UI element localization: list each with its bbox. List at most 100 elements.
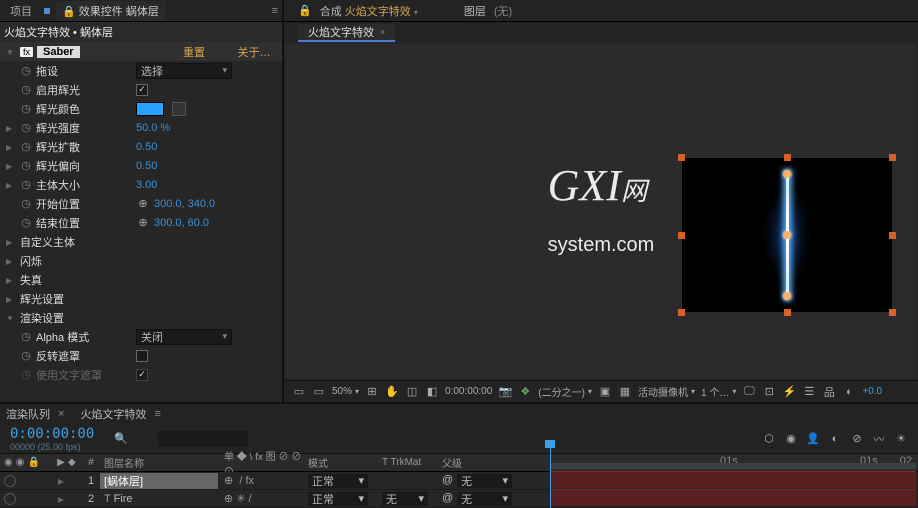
- alpha-mode-dropdown[interactable]: 关闭 ▾: [136, 329, 232, 345]
- crosshair-icon[interactable]: ⊕: [136, 197, 150, 211]
- selection-handle[interactable]: [678, 309, 685, 316]
- color-icon[interactable]: ❖: [518, 385, 532, 399]
- resolution-dropdown[interactable]: (二分之一)▾: [538, 384, 592, 399]
- glow-intensity-value[interactable]: 50.0 %: [136, 122, 246, 134]
- snapshot-icon[interactable]: 📷: [498, 385, 512, 399]
- stopwatch-icon[interactable]: ◷: [20, 178, 32, 191]
- draft3d-icon[interactable]: ◉: [784, 432, 798, 446]
- exposure-value[interactable]: +0.0: [862, 386, 882, 397]
- fast-preview-icon[interactable]: ⚡: [782, 385, 796, 399]
- link-reset[interactable]: 重置: [166, 44, 222, 60]
- disclosure-icon[interactable]: [6, 179, 16, 191]
- effect-name[interactable]: Saber: [37, 46, 80, 58]
- selection-handle[interactable]: [678, 154, 685, 161]
- current-time-display[interactable]: 0:00:00:00: [445, 386, 492, 397]
- stopwatch-icon[interactable]: ◷: [20, 102, 32, 115]
- stopwatch-icon[interactable]: ◷: [20, 83, 32, 96]
- disclosure-icon[interactable]: [6, 46, 16, 58]
- parent-dropdown[interactable]: 无▾: [457, 492, 512, 506]
- disclosure-icon[interactable]: [56, 475, 66, 487]
- layer-duration-bar[interactable]: [550, 489, 916, 506]
- current-time-indicator[interactable]: [550, 440, 551, 508]
- timeline-search-input[interactable]: [158, 431, 248, 447]
- layer-name[interactable]: T Fire: [100, 493, 218, 505]
- saber-end-handle[interactable]: [783, 170, 791, 178]
- grid-icon[interactable]: ⊞: [365, 385, 379, 399]
- zoom-dropdown[interactable]: 50%▾: [332, 386, 359, 397]
- selection-handle[interactable]: [889, 232, 896, 239]
- glow-color-swatch[interactable]: [136, 102, 164, 116]
- pixel-icon[interactable]: ⊡: [762, 385, 776, 399]
- panel-menu-icon[interactable]: ≡: [272, 5, 278, 17]
- rectangle-icon[interactable]: ▭: [312, 385, 326, 399]
- tab-composition[interactable]: 合成 火焰文字特效 ▾: [320, 3, 418, 19]
- current-timecode[interactable]: 0:00:00:00: [0, 426, 104, 442]
- layer-name[interactable]: [蜗体层]: [100, 473, 218, 489]
- transparency-grid-icon[interactable]: ▦: [618, 385, 632, 399]
- view-icon[interactable]: 🖵: [742, 385, 756, 399]
- end-pos-value[interactable]: 300.0, 60.0: [154, 217, 264, 229]
- fx-badge[interactable]: fx: [20, 47, 33, 57]
- body-size-value[interactable]: 3.00: [136, 179, 246, 191]
- comp-sub-tab[interactable]: 火焰文字特效 ×: [298, 24, 395, 42]
- glow-spread-value[interactable]: 0.50: [136, 141, 246, 153]
- stopwatch-icon[interactable]: ◷: [20, 197, 32, 210]
- motion-blur-icon[interactable]: ⊘: [850, 432, 864, 446]
- disclosure-icon[interactable]: [6, 160, 16, 172]
- disclosure-icon[interactable]: [56, 493, 66, 505]
- hand-icon[interactable]: ✋: [385, 385, 399, 399]
- layer-duration-bar[interactable]: [550, 471, 916, 488]
- stopwatch-icon[interactable]: ◷: [20, 216, 32, 229]
- stopwatch-icon[interactable]: ◷: [20, 140, 32, 153]
- disclosure-icon[interactable]: [6, 312, 16, 324]
- stopwatch-icon[interactable]: ◷: [20, 330, 32, 343]
- region-icon[interactable]: ▣: [598, 385, 612, 399]
- close-icon[interactable]: ×: [380, 27, 385, 37]
- timeline-icon[interactable]: ☰: [802, 385, 816, 399]
- stopwatch-icon[interactable]: ◷: [20, 121, 32, 134]
- channel-icon[interactable]: ◧: [425, 385, 439, 399]
- trkmat-dropdown[interactable]: 无▾: [382, 492, 428, 506]
- mask-icon[interactable]: ◫: [405, 385, 419, 399]
- shy-icon[interactable]: 👤: [806, 432, 820, 446]
- tab-timeline-comp[interactable]: 火焰文字特效: [80, 406, 146, 422]
- stopwatch-icon[interactable]: ◷: [20, 349, 32, 362]
- stopwatch-icon[interactable]: ◷: [20, 159, 32, 172]
- blend-mode-dropdown[interactable]: 正常▾: [308, 492, 368, 506]
- link-about[interactable]: 关于…: [226, 44, 282, 60]
- composition-viewer[interactable]: GXI网 system.com: [286, 44, 916, 378]
- selection-handle[interactable]: [889, 309, 896, 316]
- glow-bias-value[interactable]: 0.50: [136, 160, 246, 172]
- brainstorm-icon[interactable]: ☀: [894, 432, 908, 446]
- tab-render-queue[interactable]: 渲染队列: [6, 406, 50, 422]
- graph-editor-icon[interactable]: 〰: [872, 432, 886, 446]
- disclosure-icon[interactable]: [6, 236, 16, 248]
- rectangle-icon[interactable]: ▭: [292, 385, 306, 399]
- reset-exposure-icon[interactable]: ◐: [842, 385, 856, 399]
- crosshair-icon[interactable]: ⊕: [136, 216, 150, 230]
- disclosure-icon[interactable]: [6, 293, 16, 305]
- disclosure-icon[interactable]: [6, 274, 16, 286]
- selection-handle[interactable]: [678, 232, 685, 239]
- saber-end-handle[interactable]: [783, 292, 791, 300]
- blend-mode-dropdown[interactable]: 正常▾: [308, 474, 368, 488]
- pickwhip-icon[interactable]: @: [442, 492, 453, 506]
- views-dropdown[interactable]: 1 个…▾: [701, 384, 736, 399]
- flowchart-icon[interactable]: 品: [822, 385, 836, 399]
- pickwhip-icon[interactable]: @: [442, 474, 453, 488]
- enable-glow-checkbox[interactable]: ✓: [136, 84, 148, 96]
- eye-icon[interactable]: [4, 493, 16, 505]
- camera-dropdown[interactable]: 活动摄像机▾: [638, 384, 695, 399]
- saber-anchor-handle[interactable]: [783, 231, 791, 239]
- eyedropper-icon[interactable]: [172, 102, 186, 116]
- selection-handle[interactable]: [784, 309, 791, 316]
- selection-handle[interactable]: [889, 154, 896, 161]
- disclosure-icon[interactable]: [6, 141, 16, 153]
- eye-icon[interactable]: [4, 475, 16, 487]
- invert-mask-checkbox[interactable]: [136, 350, 148, 362]
- disclosure-icon[interactable]: [6, 122, 16, 134]
- stopwatch-icon[interactable]: ◷: [20, 64, 32, 77]
- parent-dropdown[interactable]: 无▾: [457, 474, 512, 488]
- selection-handle[interactable]: [784, 154, 791, 161]
- disclosure-icon[interactable]: [6, 255, 16, 267]
